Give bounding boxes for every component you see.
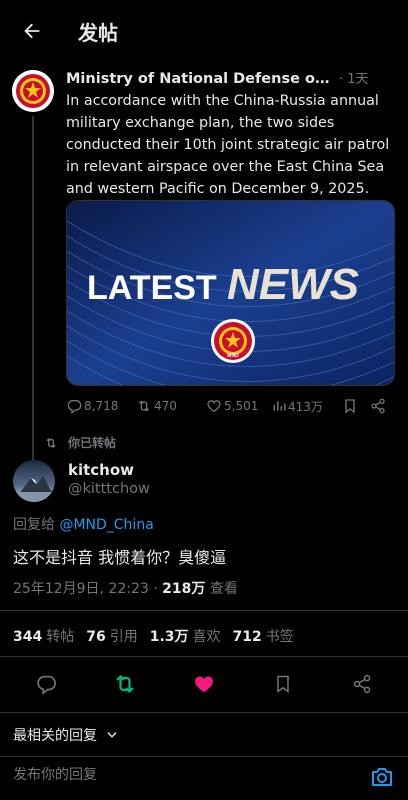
parent-action-bar: 8,718 470 5,501 413万: [66, 396, 396, 416]
post-text: 这不是抖音 我惯着你？臭傻逼: [13, 548, 227, 567]
parent-views-button[interactable]: 413万: [272, 398, 323, 415]
author-handle[interactable]: @kitttchow: [68, 481, 150, 497]
engagement-stats: 344 转帖 76 引用 1.3万 喜欢 712 书签: [13, 626, 294, 646]
reply-button[interactable]: [29, 667, 63, 701]
like-button[interactable]: [187, 667, 221, 701]
author-name[interactable]: kitchow: [68, 461, 134, 479]
parent-repost-button[interactable]: 470: [136, 398, 177, 414]
chevron-down-icon: [107, 732, 117, 738]
stat-quotes[interactable]: 76 引用: [86, 626, 137, 646]
bookmark-icon: [345, 399, 355, 414]
media-headline-news: NEWS: [227, 260, 359, 309]
views-chart-icon: [273, 401, 286, 411]
repost-icon: [138, 400, 150, 412]
parent-post-image[interactable]: LATEST NEWS MND: [66, 200, 395, 386]
share-icon: [371, 398, 385, 414]
reply-context: 回复给 @MND_China: [13, 517, 154, 533]
share-icon: [354, 674, 371, 694]
reply-sort-label: 最相关的回复: [13, 728, 97, 744]
stat-reposts[interactable]: 344 转帖: [13, 626, 74, 646]
repost-icon: [116, 674, 134, 694]
parent-post-text: In accordance with the China-Russia annu…: [66, 93, 390, 197]
repost-icon: [46, 437, 56, 448]
divider: [0, 712, 408, 713]
post-views-count: 218万: [162, 581, 206, 597]
back-arrow-icon[interactable]: [16, 15, 48, 47]
svg-text:MND: MND: [227, 353, 239, 359]
post-views-label: 查看: [205, 581, 238, 597]
parent-share-button[interactable]: [370, 398, 386, 414]
reply-icon: [36, 675, 56, 695]
bookmark-icon: [277, 675, 289, 693]
parent-author-name[interactable]: Ministry of National Defense of C...: [66, 71, 334, 87]
reply-mention-link[interactable]: @MND_China: [59, 517, 153, 533]
parent-reply-button[interactable]: 8,718: [66, 398, 118, 414]
media-headline-latest: LATEST: [87, 269, 217, 307]
parent-timestamp: · 1天: [339, 72, 369, 87]
repost-button[interactable]: [108, 667, 142, 701]
author-avatar[interactable]: [13, 460, 55, 502]
reply-composer-bar: [0, 756, 408, 800]
parent-bookmark-button[interactable]: [342, 398, 358, 414]
parent-like-button[interactable]: 5,501: [206, 398, 258, 414]
bookmark-button[interactable]: [266, 667, 300, 701]
share-button[interactable]: [345, 667, 379, 701]
post-meta: 25年12月9日, 22:23 · 218万 查看: [13, 578, 238, 598]
retweeted-indicator: 你已转帖: [44, 434, 116, 451]
heart-icon: [207, 400, 221, 413]
divider: [0, 656, 408, 657]
stat-bookmarks[interactable]: 712 书签: [233, 626, 294, 646]
thread-connector-line: [32, 116, 34, 478]
stat-likes[interactable]: 1.3万 喜欢: [150, 626, 221, 646]
camera-icon[interactable]: [370, 765, 394, 789]
page-title: 发帖: [78, 20, 118, 45]
post-action-bar: [0, 664, 408, 704]
top-bar: 发帖: [0, 0, 408, 62]
post-timestamp: 25年12月9日, 22:23 ·: [13, 581, 163, 597]
reply-sort-dropdown[interactable]: 最相关的回复: [13, 725, 119, 745]
divider: [0, 610, 408, 611]
retweeted-label: 你已转帖: [68, 436, 117, 450]
mnd-avatar[interactable]: [12, 70, 54, 112]
reply-icon: [67, 400, 82, 414]
reply-input[interactable]: [13, 767, 353, 783]
heart-filled-icon: [194, 676, 213, 693]
mnd-emblem-icon: MND: [211, 319, 255, 363]
